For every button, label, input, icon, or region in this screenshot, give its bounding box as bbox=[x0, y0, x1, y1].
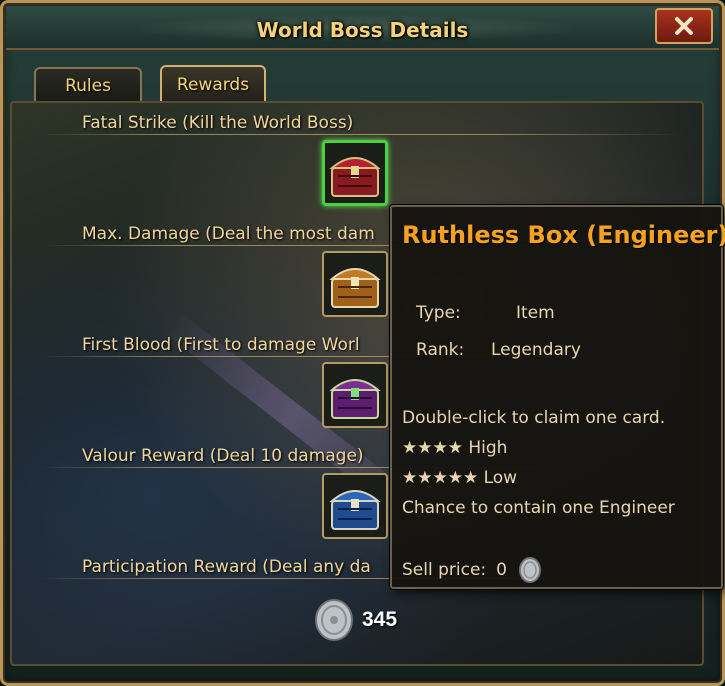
reward-label-first-blood: First Blood (First to damage Worl bbox=[82, 335, 360, 355]
red-chest-icon bbox=[329, 157, 381, 197]
divider bbox=[40, 134, 680, 135]
tooltip-type-value: Item bbox=[516, 303, 555, 323]
tooltip-low-line: ★★★★★ Low bbox=[402, 468, 518, 488]
tooltip-type-label: Type: bbox=[416, 303, 461, 323]
close-icon bbox=[675, 17, 693, 35]
sell-price-label: Sell price: bbox=[402, 560, 487, 580]
silver-coin-icon bbox=[315, 599, 353, 641]
purple-chest-icon bbox=[329, 379, 381, 419]
reward-label-max-damage: Max. Damage (Deal the most dam bbox=[82, 224, 375, 244]
tab-rules[interactable]: Rules bbox=[34, 67, 142, 103]
blue-chest-icon bbox=[329, 490, 381, 530]
item-tooltip: Ruthless Box (Engineer) Type: Item Rank:… bbox=[390, 205, 725, 589]
tooltip-title: Ruthless Box (Engineer) bbox=[402, 221, 725, 249]
reward-label-participation: Participation Reward (Deal any da bbox=[82, 557, 371, 577]
reward-slot-fatal-strike[interactable] bbox=[322, 140, 388, 206]
tooltip-rank-label: Rank: bbox=[416, 340, 465, 360]
reward-label-fatal-strike: Fatal Strike (Kill the World Boss) bbox=[82, 113, 354, 133]
tooltip-rank-value: Legendary bbox=[491, 340, 581, 360]
reward-slot-valour[interactable] bbox=[322, 473, 388, 539]
tab-rewards[interactable]: Rewards bbox=[160, 65, 266, 103]
sell-price-value: 0 bbox=[496, 560, 507, 580]
tooltip-description: Double-click to claim one card. bbox=[402, 408, 666, 428]
silver-coin-icon bbox=[518, 557, 541, 583]
window-title: World Boss Details bbox=[256, 18, 469, 42]
orange-chest-icon bbox=[329, 268, 381, 308]
reward-slot-first-blood[interactable] bbox=[322, 362, 388, 428]
tooltip-chance-line: Chance to contain one Engineer bbox=[402, 498, 675, 518]
coin-total: 345 bbox=[312, 598, 397, 642]
close-button[interactable] bbox=[655, 8, 713, 44]
tooltip-sell-price: Sell price: 0 bbox=[402, 557, 543, 583]
reward-label-valour: Valour Reward (Deal 10 damage) bbox=[82, 446, 364, 466]
tooltip-high-line: ★★★★ High bbox=[402, 438, 508, 458]
reward-slot-max-damage[interactable] bbox=[322, 251, 388, 317]
coin-amount: 345 bbox=[362, 608, 398, 631]
title-bar: World Boss Details bbox=[6, 6, 719, 50]
